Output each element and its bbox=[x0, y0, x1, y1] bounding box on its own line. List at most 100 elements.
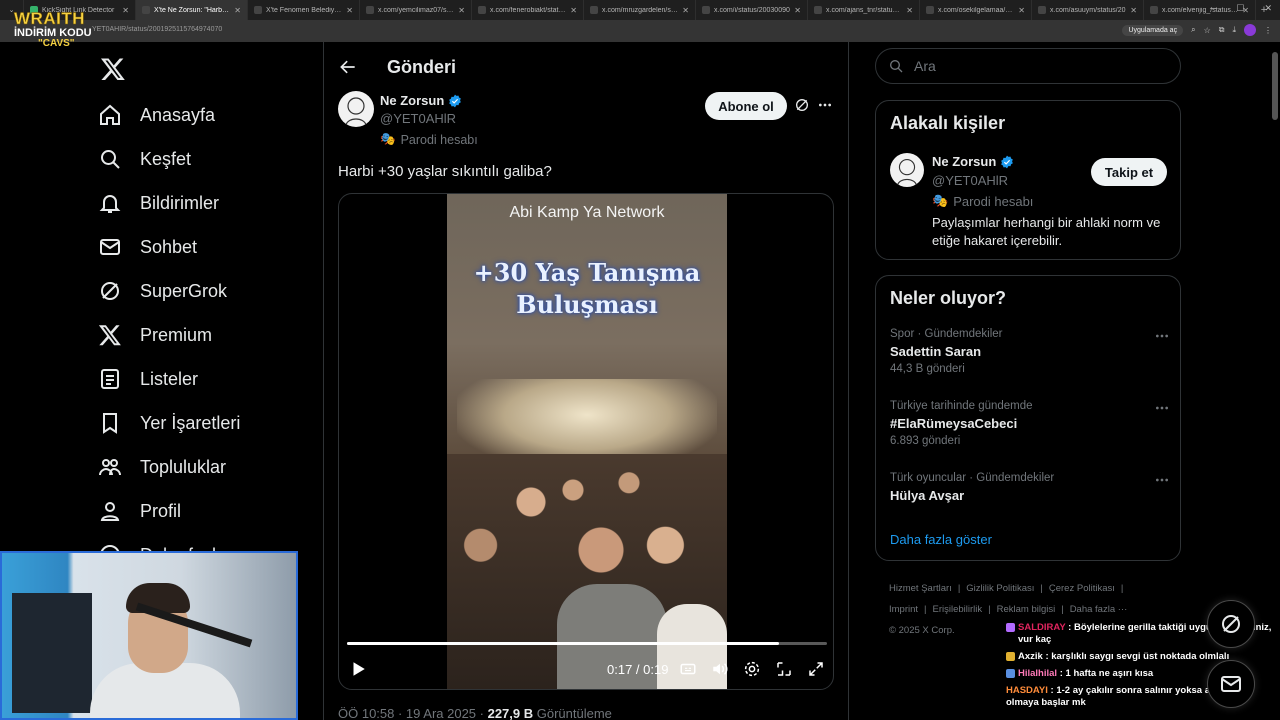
fullscreen-icon[interactable] bbox=[807, 660, 825, 678]
post-author-name[interactable]: Ne Zorsun bbox=[380, 93, 462, 108]
nav-item-label: SuperGrok bbox=[140, 280, 228, 301]
downloads-icon[interactable]: ⤓ bbox=[1232, 25, 1236, 35]
nav-item-label: Yer İşaretleri bbox=[140, 412, 241, 433]
tab-close-icon[interactable]: ✕ bbox=[1130, 6, 1137, 15]
bookmark-star-icon[interactable]: ☆ bbox=[1204, 26, 1211, 35]
tab-close-icon[interactable]: ✕ bbox=[458, 6, 465, 15]
messages-float-button[interactable] bbox=[1207, 660, 1255, 708]
video-progress-bar[interactable] bbox=[347, 642, 827, 645]
related-person-name[interactable]: Ne Zorsun bbox=[932, 154, 1014, 169]
footer-link[interactable]: Erişilebilirlik bbox=[933, 604, 983, 615]
close-window-icon[interactable]: ✕ bbox=[1264, 3, 1272, 14]
picture-in-picture-icon[interactable] bbox=[775, 660, 793, 678]
browser-tab[interactable]: x.com/osekilgelamaa/sta ✕ bbox=[920, 0, 1032, 20]
grok-icon bbox=[101, 282, 119, 300]
subscribe-button[interactable]: Abone ol bbox=[705, 92, 787, 120]
nav-item-9[interactable]: Topluluklar bbox=[98, 451, 226, 483]
browser-tab[interactable]: x.com/fenerobiakt/status/✕ bbox=[472, 0, 584, 20]
related-person-avatar[interactable] bbox=[890, 153, 924, 187]
grok-float-button[interactable] bbox=[1207, 600, 1255, 648]
list-icon bbox=[101, 369, 119, 389]
nav-item-4[interactable]: Sohbet bbox=[98, 231, 197, 263]
bookmark-icon bbox=[103, 413, 117, 434]
trend-more-icon[interactable] bbox=[1154, 472, 1170, 488]
volume-icon[interactable] bbox=[711, 660, 729, 678]
tab-close-icon[interactable]: ✕ bbox=[570, 6, 577, 15]
nav-item-6[interactable]: Premium bbox=[98, 319, 212, 351]
back-arrow-icon[interactable] bbox=[338, 57, 358, 77]
post-video[interactable]: Abi Kamp Ya Network +30 Yaş Tanışma Bulu… bbox=[338, 193, 834, 690]
browser-tab[interactable]: x.com/ajans_tnr/status/20 ✕ bbox=[808, 0, 920, 20]
open-in-app-button[interactable]: Uygulamada aç bbox=[1122, 24, 1184, 36]
browser-tab[interactable]: x.com/asuuym/status/20 ✕ bbox=[1032, 0, 1144, 20]
nav-item-8[interactable]: Yer İşaretleri bbox=[98, 407, 240, 439]
tab-close-icon[interactable]: ✕ bbox=[906, 6, 913, 15]
nav-item-2[interactable]: Keşfet bbox=[98, 143, 191, 175]
browser-tab[interactable]: X'te Fenomen Belediye Ba ✕ bbox=[248, 0, 360, 20]
tab-close-icon[interactable]: ✕ bbox=[682, 6, 689, 15]
chat-username: SALDIRAY bbox=[1018, 622, 1066, 633]
play-icon[interactable] bbox=[349, 660, 367, 678]
tab-favicon-icon bbox=[814, 6, 822, 14]
x-logo-icon[interactable] bbox=[100, 56, 126, 82]
video-frame[interactable]: Abi Kamp Ya Network +30 Yaş Tanışma Bulu… bbox=[447, 194, 727, 689]
more-options-icon[interactable] bbox=[817, 97, 833, 113]
zoom-icon[interactable]: ⌕ bbox=[1191, 25, 1195, 35]
post-timestamp[interactable]: ÖÖ 10:58 · 19 Ara 2025 · bbox=[338, 706, 488, 720]
browser-menu-icon[interactable]: ⋮ bbox=[1264, 26, 1272, 35]
related-person-name-text[interactable]: Ne Zorsun bbox=[932, 154, 996, 169]
search-box[interactable] bbox=[875, 48, 1181, 84]
captions-icon[interactable] bbox=[679, 660, 697, 678]
tab-close-icon[interactable]: ✕ bbox=[794, 6, 801, 15]
extensions-icon[interactable]: ⧉ bbox=[1219, 25, 1225, 35]
page-scrollbar[interactable] bbox=[1272, 52, 1278, 120]
footer-link[interactable]: Reklam bilgisi bbox=[997, 604, 1056, 615]
nav-item-10[interactable]: Profil bbox=[98, 495, 181, 527]
address-bar: YET0AHIR/status/2001925115764974070 Uygu… bbox=[0, 20, 1280, 42]
tab-close-icon[interactable]: ✕ bbox=[234, 6, 241, 15]
url-field[interactable]: YET0AHIR/status/2001925115764974070 bbox=[92, 26, 222, 33]
show-more-link[interactable]: Daha fazla göster bbox=[890, 532, 992, 547]
post-author-name-text[interactable]: Ne Zorsun bbox=[380, 93, 444, 108]
maximize-icon[interactable]: ☐ bbox=[1236, 3, 1244, 14]
browser-profile-avatar[interactable] bbox=[1244, 24, 1256, 36]
footer-link[interactable]: Gizlilik Politikası bbox=[966, 583, 1034, 594]
browser-tab[interactable]: x.com/mruzgardelen/stat ✕ bbox=[584, 0, 696, 20]
post-author-handle[interactable]: @YET0AHlR bbox=[380, 111, 456, 126]
related-people-title: Alakalı kişiler bbox=[890, 113, 1006, 133]
tab-title: X'te Fenomen Belediye Ba bbox=[266, 6, 343, 14]
trend-context: Türk oyuncular · Gündemdekiler bbox=[890, 472, 1055, 484]
search-input[interactable] bbox=[914, 58, 1154, 74]
tab-close-icon[interactable]: ✕ bbox=[122, 6, 129, 15]
nav-item-1[interactable]: Anasayfa bbox=[98, 99, 215, 131]
follow-button[interactable]: Takip et bbox=[1091, 158, 1167, 186]
x-icon bbox=[98, 325, 121, 346]
trend-item[interactable]: Türk oyuncular · Gündemdekiler Hülya Avşa… bbox=[890, 472, 1170, 503]
trend-item[interactable]: Türkiye tarihinde gündemde #ElaRümeysaCeb… bbox=[890, 400, 1170, 447]
footer-link[interactable]: Çerez Politikası bbox=[1049, 583, 1115, 594]
trend-item[interactable]: Spor · Gündemdekiler Sadettin Saran 44,3 B… bbox=[890, 328, 1170, 375]
minimize-icon[interactable]: ─ bbox=[1210, 3, 1216, 14]
window-controls: ─ ☐ ✕ bbox=[1210, 3, 1272, 14]
trend-more-icon[interactable] bbox=[1154, 328, 1170, 344]
tab-close-icon[interactable]: ✕ bbox=[346, 6, 353, 15]
tab-favicon-icon bbox=[1150, 6, 1158, 14]
footer-link[interactable]: Imprint bbox=[889, 604, 918, 615]
related-person-handle[interactable]: @YET0AHlR bbox=[932, 173, 1008, 188]
tab-favicon-icon bbox=[254, 6, 262, 14]
chat-text: : karşlıklı saygı sevgi üst noktada olml… bbox=[1042, 651, 1230, 662]
grok-icon[interactable] bbox=[794, 97, 810, 113]
footer-link[interactable]: Hizmet Şartları bbox=[889, 583, 952, 594]
browser-tab[interactable]: x.com/i/status/20030090 ✕ bbox=[696, 0, 808, 20]
nav-item-5[interactable]: SuperGrok bbox=[98, 275, 227, 307]
nav-item-7[interactable]: Listeler bbox=[98, 363, 198, 395]
browser-tab[interactable]: X'te Ne Zorsun: "Harbi +3 ✕ bbox=[136, 0, 248, 20]
trend-more-icon[interactable] bbox=[1154, 400, 1170, 416]
tab-close-icon[interactable]: ✕ bbox=[1018, 6, 1025, 15]
footer-link[interactable]: Daha fazla ··· bbox=[1070, 604, 1128, 615]
mail-icon bbox=[100, 239, 120, 255]
post-author-avatar[interactable] bbox=[338, 91, 374, 127]
settings-gear-icon[interactable] bbox=[743, 660, 761, 678]
browser-tab[interactable]: x.com/yemcilimaz07/statu ✕ bbox=[360, 0, 472, 20]
nav-item-3[interactable]: Bildirimler bbox=[98, 187, 219, 219]
